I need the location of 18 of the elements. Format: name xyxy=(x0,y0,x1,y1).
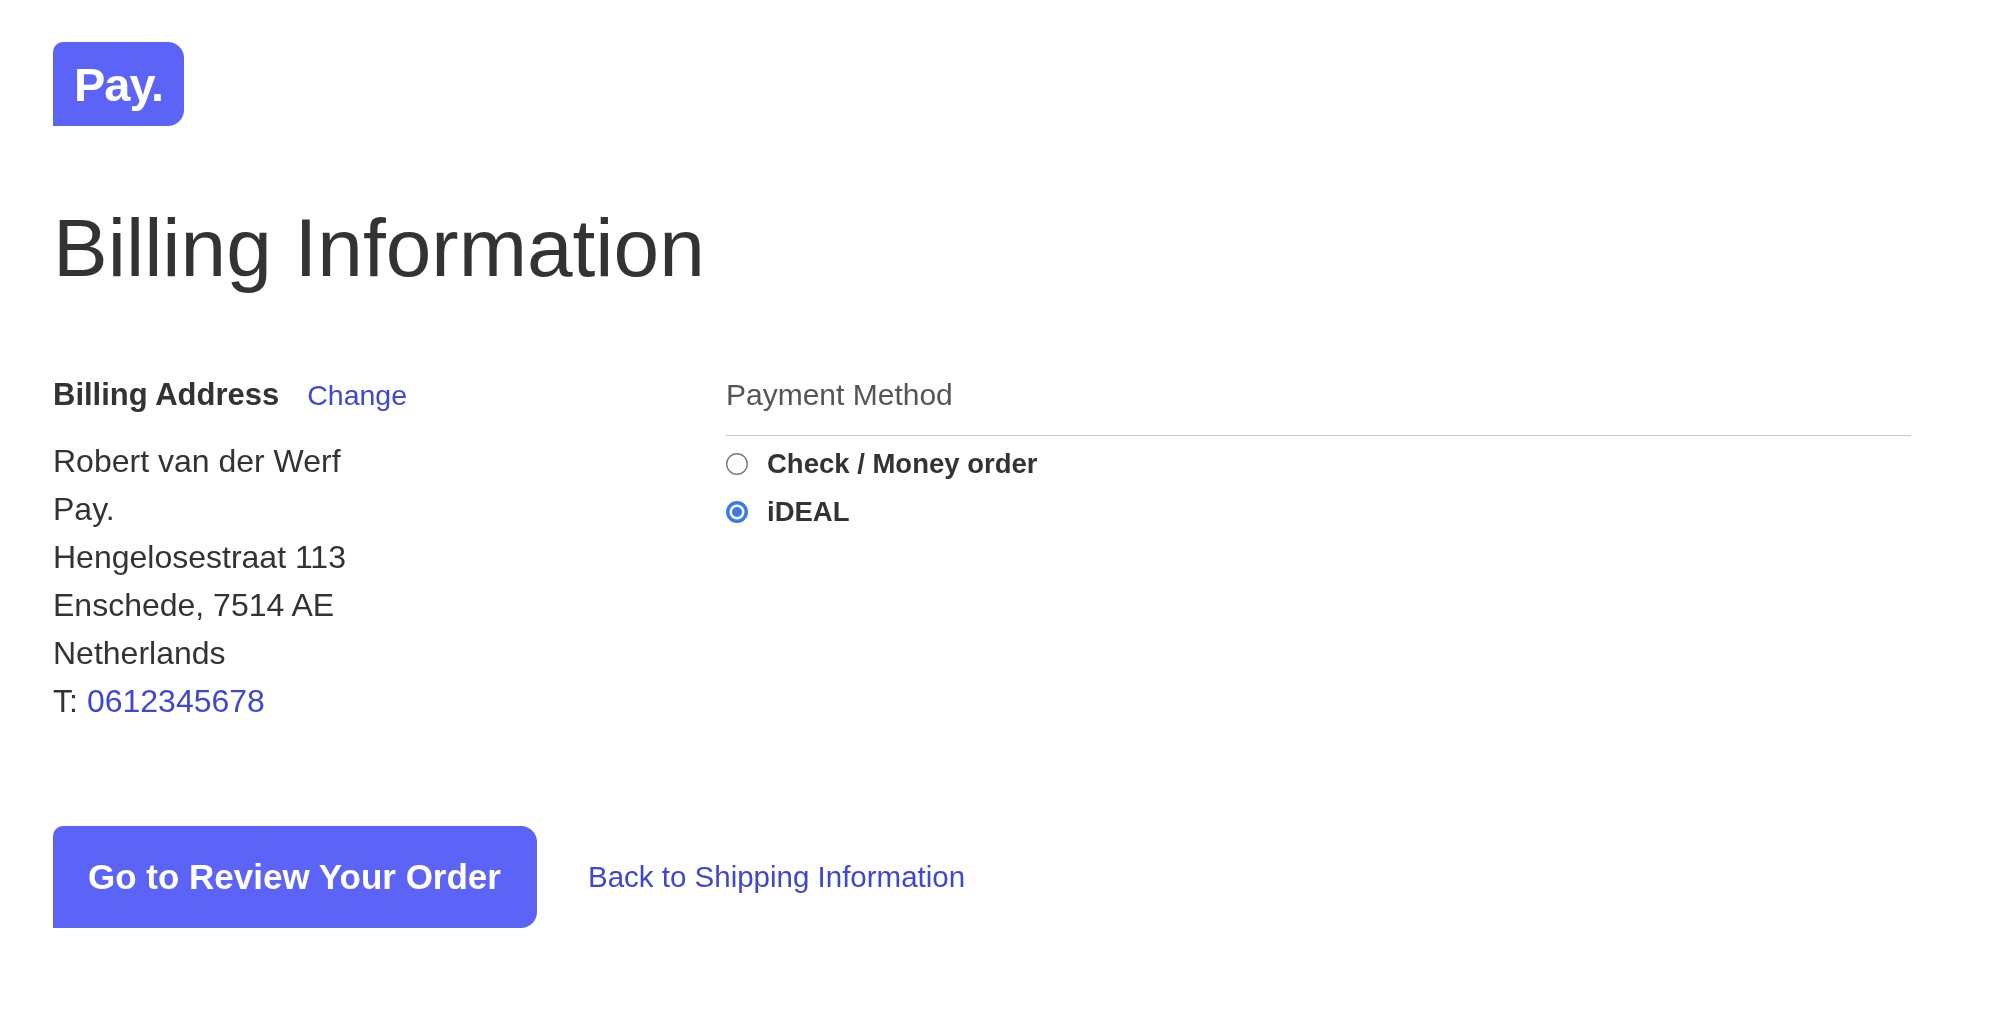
phone-link[interactable]: 0612345678 xyxy=(86,677,265,726)
radio-button[interactable] xyxy=(726,501,748,524)
address-line: Pay. xyxy=(53,491,115,528)
back-link[interactable]: Back to Shipping Information xyxy=(587,860,966,895)
review-order-button[interactable]: Go to Review Your Order xyxy=(53,826,537,929)
address-line: Netherlands xyxy=(53,635,226,672)
option-label[interactable]: Check / Money order xyxy=(767,448,1038,481)
phone-label: T: xyxy=(53,682,78,722)
logo: Pay. xyxy=(53,42,184,126)
address-line: Hengelosestraat 113 xyxy=(53,539,346,576)
change-link[interactable]: Change xyxy=(307,375,408,416)
address-line: Enschede, 7514 AE xyxy=(53,587,335,624)
section-title: Payment Method xyxy=(726,378,953,412)
address-line: Robert van der Werf xyxy=(53,443,341,480)
section-title: Billing Address xyxy=(53,376,280,415)
radio-button[interactable] xyxy=(726,453,748,476)
option-label[interactable]: iDEAL xyxy=(767,496,850,529)
page-title: Billing Information xyxy=(53,201,705,295)
